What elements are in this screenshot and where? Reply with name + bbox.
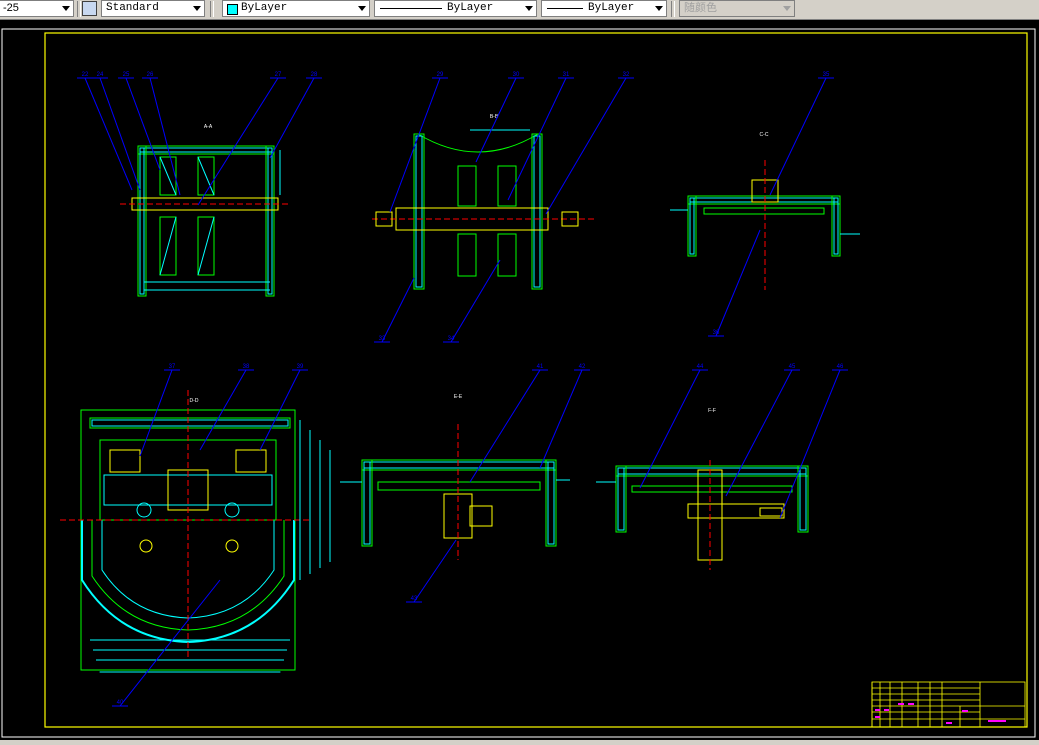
view-title: E-E bbox=[454, 394, 463, 400]
balloon-number: 28 bbox=[311, 72, 318, 78]
linetype-value: ByLayer bbox=[447, 2, 494, 14]
chevron-down-icon[interactable] bbox=[655, 6, 663, 11]
balloon-number: 31 bbox=[563, 72, 570, 78]
balloon-number: 41 bbox=[537, 364, 544, 370]
dimstyle-dropdown[interactable]: -25 bbox=[0, 0, 74, 17]
chevron-down-icon[interactable] bbox=[193, 6, 201, 11]
balloon-number: 29 bbox=[437, 72, 444, 78]
balloon-number: 45 bbox=[789, 364, 796, 370]
toolbar-separator bbox=[77, 1, 81, 17]
balloon-number: 34 bbox=[448, 336, 455, 342]
lineweight-value: ByLayer bbox=[588, 2, 635, 14]
textstyle-value: Standard bbox=[106, 2, 159, 14]
balloon-number: 36 bbox=[713, 330, 720, 336]
balloon-number: 27 bbox=[275, 72, 282, 78]
balloon-number: 25 bbox=[123, 72, 130, 78]
balloon-number: 43 bbox=[411, 596, 418, 602]
lineweight-dropdown[interactable]: ByLayer bbox=[541, 0, 667, 17]
balloon-number: 33 bbox=[379, 336, 386, 342]
balloon-number: 37 bbox=[169, 364, 176, 370]
balloon-number: 24 bbox=[97, 72, 104, 78]
balloon-number: 42 bbox=[579, 364, 586, 370]
balloon-number: 40 bbox=[117, 700, 124, 706]
balloon-number: 32 bbox=[623, 72, 630, 78]
chevron-down-icon[interactable] bbox=[358, 6, 366, 11]
balloon-number: 30 bbox=[513, 72, 520, 78]
toolbar-separator bbox=[210, 1, 214, 17]
plotstyle-value: 随颜色 bbox=[684, 2, 717, 14]
toolbar-separator bbox=[671, 1, 675, 17]
chevron-down-icon[interactable] bbox=[525, 6, 533, 11]
view-title: D-D bbox=[190, 398, 199, 404]
properties-toolbar: -25 Standard ByLayer ByLayer ByLayer 随颜色 bbox=[0, 0, 1039, 20]
plotstyle-dropdown: 随颜色 bbox=[679, 0, 795, 17]
dimstyle-value: -25 bbox=[3, 2, 19, 14]
layer-value: ByLayer bbox=[241, 2, 288, 14]
view-title: F-F bbox=[708, 408, 716, 414]
balloon-number: 35 bbox=[823, 72, 830, 78]
linetype-sample bbox=[380, 8, 442, 9]
chevron-down-icon[interactable] bbox=[62, 6, 70, 11]
balloon-number: 38 bbox=[243, 364, 250, 370]
textstyle-dropdown[interactable]: Standard bbox=[101, 0, 205, 17]
layer-dropdown[interactable]: ByLayer bbox=[222, 0, 370, 17]
balloon-number: 44 bbox=[697, 364, 704, 370]
status-bar bbox=[0, 740, 1039, 745]
layer-color-swatch bbox=[227, 4, 238, 15]
drawing-canvas[interactable]: A-AB-BC-CD-DE-EF-F 22 24 25 26 27 28 29 30 31 323… bbox=[0, 20, 1039, 740]
balloon-number: 26 bbox=[147, 72, 154, 78]
view-title: A-A bbox=[204, 124, 213, 130]
balloon-number: 46 bbox=[837, 364, 844, 370]
balloon-number: 22 bbox=[82, 72, 89, 78]
lineweight-sample bbox=[547, 8, 583, 9]
linetype-dropdown[interactable]: ByLayer bbox=[374, 0, 537, 17]
text-style-icon[interactable] bbox=[82, 1, 97, 16]
view-title: C-C bbox=[760, 132, 769, 138]
chevron-down-icon bbox=[783, 6, 791, 11]
balloon-number: 39 bbox=[297, 364, 304, 370]
